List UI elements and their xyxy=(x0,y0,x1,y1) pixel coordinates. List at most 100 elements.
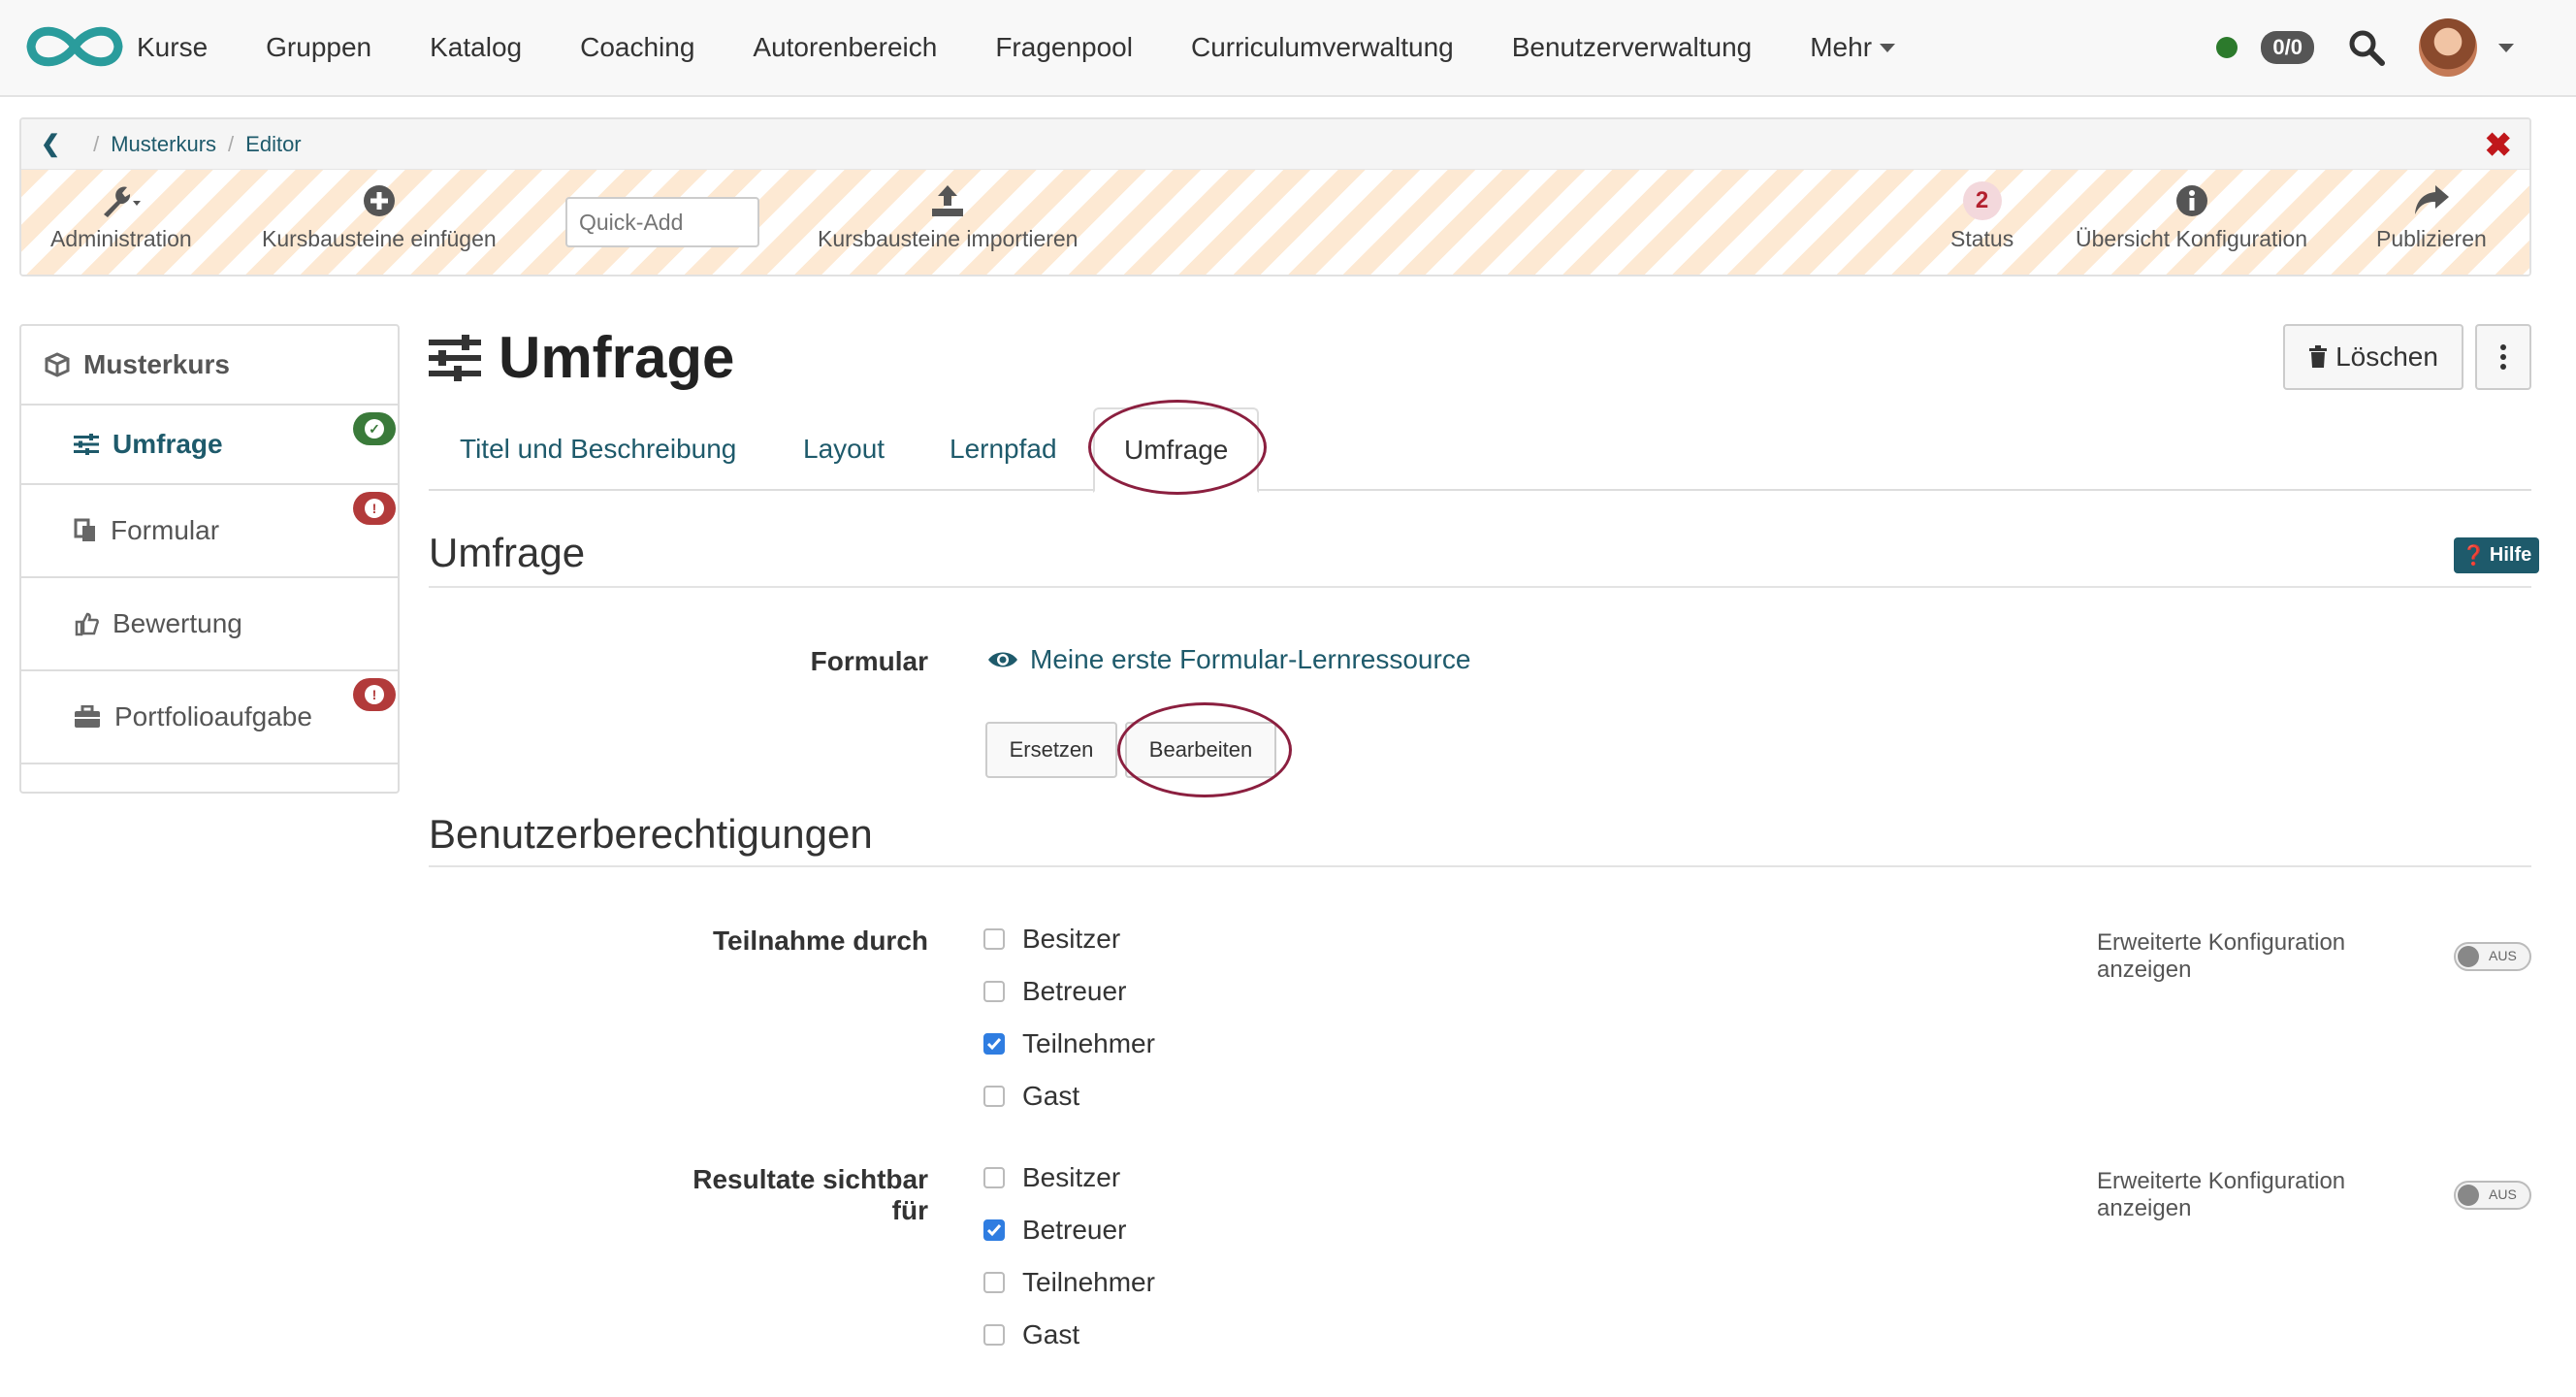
checkbox-participation-participant[interactable]: Teilnehmer xyxy=(983,1028,1155,1059)
delete-button[interactable]: Löschen xyxy=(2283,324,2463,390)
delete-button-label: Löschen xyxy=(2335,341,2438,372)
check-icon xyxy=(986,1038,1002,1051)
tree-item-label: Umfrage xyxy=(113,429,223,459)
toggle-knob xyxy=(2458,1185,2480,1206)
tree-item-label: Bewertung xyxy=(113,608,242,638)
advanced-config-toggle[interactable]: AUS xyxy=(2454,942,2531,971)
section-divider xyxy=(429,586,2531,588)
question-circle-icon: ❓ xyxy=(2462,545,2486,567)
page-title-text: Umfrage xyxy=(499,325,735,390)
checkbox-results-coach[interactable]: Betreuer xyxy=(983,1215,1126,1246)
course-tree: Musterkurs Umfrage ✓ Formular ! Bewertun… xyxy=(19,324,400,794)
checkbox-box[interactable] xyxy=(983,928,1005,950)
advanced-config-participation: Erweiterte Konfiguration anzeigen AUS xyxy=(2097,929,2531,984)
checkbox-participation-owner[interactable]: Besitzer xyxy=(983,924,1120,955)
checkbox-box[interactable] xyxy=(983,1324,1005,1346)
nav-right: 0/0 xyxy=(2216,0,2514,95)
avatar[interactable] xyxy=(2419,18,2477,77)
tree-item-label: Portfolioaufgabe xyxy=(114,701,312,731)
advanced-config-toggle[interactable]: AUS xyxy=(2454,1181,2531,1210)
toolbar-actions: Administration Kursbausteine einfügen Ku… xyxy=(21,170,2529,275)
toggle-text: AUS xyxy=(2489,1186,2517,1202)
nav-curriculumverwaltung[interactable]: Curriculumverwaltung xyxy=(1191,32,1454,63)
search-icon[interactable] xyxy=(2347,28,2386,67)
course-tree-root-label: Musterkurs xyxy=(83,349,230,379)
checkbox-label: Gast xyxy=(1022,1319,1080,1349)
administration-button[interactable]: Administration xyxy=(50,181,192,252)
check-icon: ✓ xyxy=(365,419,384,439)
tree-item-portfolioaufgabe[interactable]: Portfolioaufgabe ! xyxy=(21,671,398,764)
page-title: Umfrage xyxy=(429,324,734,391)
form-resource-link[interactable]: Meine erste Formular-Lernressource xyxy=(987,644,1470,675)
checkbox-results-guest[interactable]: Gast xyxy=(983,1319,1079,1350)
tree-item-umfrage[interactable]: Umfrage ✓ xyxy=(21,406,398,485)
checkbox-label: Gast xyxy=(1022,1081,1080,1111)
nav-benutzerverwaltung[interactable]: Benutzerverwaltung xyxy=(1512,32,1752,63)
exclamation-icon: ! xyxy=(365,685,384,704)
form-label: Formular xyxy=(810,646,928,676)
briefcase-icon xyxy=(75,705,100,728)
tab-layout[interactable]: Layout xyxy=(803,407,885,491)
overview-config-button[interactable]: Übersicht Konfiguration xyxy=(2076,181,2307,252)
quick-add-input[interactable] xyxy=(565,197,759,247)
checkbox-box[interactable] xyxy=(983,981,1005,1002)
close-icon[interactable]: ✖ xyxy=(2485,129,2513,162)
advanced-config-label: Erweiterte Konfiguration anzeigen xyxy=(2097,929,2346,983)
online-status-icon[interactable] xyxy=(2216,37,2238,58)
top-navigation: Kurse Gruppen Katalog Coaching Autorenbe… xyxy=(0,0,2576,97)
info-circle-icon xyxy=(2175,181,2208,220)
checkbox-results-participant[interactable]: Teilnehmer xyxy=(983,1267,1155,1298)
advanced-config-results: Erweiterte Konfiguration anzeigen AUS xyxy=(2097,1168,2531,1222)
tab-titel-beschreibung[interactable]: Titel und Beschreibung xyxy=(460,407,736,491)
notification-counter[interactable]: 0/0 xyxy=(2261,31,2314,64)
nav-coaching[interactable]: Coaching xyxy=(580,32,694,63)
nav-more-label: Mehr xyxy=(1810,32,1873,62)
toggle-knob xyxy=(2458,946,2480,967)
checkbox-box-checked[interactable] xyxy=(983,1033,1005,1055)
checkbox-box[interactable] xyxy=(983,1086,1005,1107)
status-button[interactable]: 2 Status xyxy=(1950,181,2013,252)
breadcrumb-editor[interactable]: Editor xyxy=(245,132,301,157)
nav-katalog[interactable]: Katalog xyxy=(430,32,522,63)
back-chevron-icon[interactable]: ❮ xyxy=(41,130,60,158)
breadcrumb-course[interactable]: Musterkurs xyxy=(111,132,216,157)
replace-button[interactable]: Ersetzen xyxy=(985,722,1117,778)
publish-button[interactable]: Publizieren xyxy=(2376,181,2487,252)
course-tree-root[interactable]: Musterkurs xyxy=(21,326,398,406)
breadcrumb: ❮ / Musterkurs / Editor ✖ xyxy=(21,119,2529,170)
section-title-umfrage: Umfrage xyxy=(429,530,586,575)
help-button[interactable]: ❓ Hilfe xyxy=(2454,537,2540,573)
checkbox-participation-coach[interactable]: Betreuer xyxy=(983,976,1126,1007)
chevron-down-icon xyxy=(1880,43,1896,52)
checkbox-results-owner[interactable]: Besitzer xyxy=(983,1162,1120,1193)
insert-element-button[interactable]: Kursbausteine einfügen xyxy=(262,181,497,252)
section-title-permissions: Benutzerberechtigungen xyxy=(429,811,873,857)
tree-item-bewertung[interactable]: Bewertung xyxy=(21,578,398,671)
checkbox-label: Besitzer xyxy=(1022,1162,1121,1192)
nav-gruppen[interactable]: Gruppen xyxy=(266,32,371,63)
wrench-icon xyxy=(100,181,143,220)
nav-autorenbereich[interactable]: Autorenbereich xyxy=(753,32,937,63)
highlight-ellipse-edit xyxy=(1117,702,1292,797)
openolat-logo[interactable] xyxy=(23,17,126,76)
checkbox-box[interactable] xyxy=(983,1167,1005,1188)
chevron-down-icon[interactable] xyxy=(2498,43,2514,52)
toggle-text: AUS xyxy=(2489,948,2517,963)
form-resource-name: Meine erste Formular-Lernressource xyxy=(1030,644,1471,674)
checkbox-participation-guest[interactable]: Gast xyxy=(983,1081,1079,1112)
checkbox-box-checked[interactable] xyxy=(983,1219,1005,1241)
import-elements-button[interactable]: Kursbausteine importieren xyxy=(818,181,1078,252)
highlight-ellipse-tab xyxy=(1088,400,1267,495)
tab-lernpfad[interactable]: Lernpfad xyxy=(950,407,1057,491)
nav-kurse[interactable]: Kurse xyxy=(137,32,208,63)
nav-more-dropdown[interactable]: Mehr xyxy=(1810,32,1896,63)
breadcrumb-separator: / xyxy=(93,131,100,156)
share-arrow-icon xyxy=(2412,181,2451,220)
checkbox-label: Teilnehmer xyxy=(1022,1267,1155,1297)
editor-toolbar: ❮ / Musterkurs / Editor ✖ Administration… xyxy=(19,117,2531,276)
tree-item-formular[interactable]: Formular ! xyxy=(21,485,398,578)
checkbox-box[interactable] xyxy=(983,1272,1005,1293)
more-options-button[interactable] xyxy=(2475,324,2531,390)
nav-fragenpool[interactable]: Fragenpool xyxy=(995,32,1133,63)
import-elements-label: Kursbausteine importieren xyxy=(818,226,1079,251)
